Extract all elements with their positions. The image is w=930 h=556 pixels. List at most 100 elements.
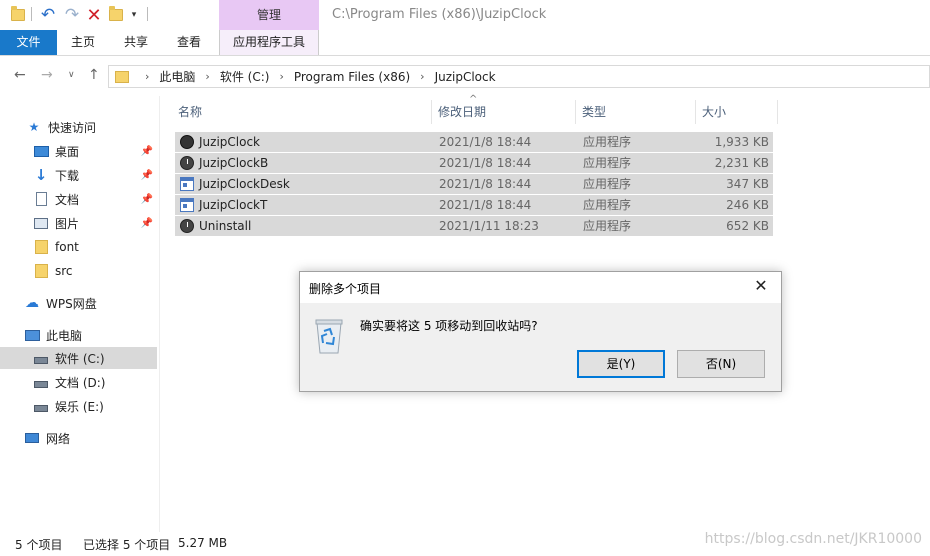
pin-icon[interactable]: 📌 <box>141 194 153 205</box>
sidebar-item-documents[interactable]: 文档 📌 <box>0 188 157 210</box>
dialog-title: 删除多个项目 <box>309 282 382 296</box>
recent-locations-chevron-icon[interactable]: ∨ <box>68 70 75 80</box>
pin-icon[interactable]: 📌 <box>141 170 153 181</box>
computer-icon <box>24 328 40 342</box>
close-icon[interactable]: ✕ <box>749 276 773 295</box>
file-date: 2021/1/8 18:44 <box>439 135 532 149</box>
network-icon <box>24 431 40 445</box>
file-row[interactable]: Uninstall 2021/1/11 18:23 应用程序 652 KB <box>175 216 773 236</box>
sidebar-item-label: 桌面 <box>55 144 80 159</box>
undo-icon[interactable]: ↶ <box>38 5 58 25</box>
tab-file[interactable]: 文件 <box>0 30 57 55</box>
sidebar-item-label: 下载 <box>55 168 80 183</box>
up-arrow-icon[interactable]: ↑ <box>88 67 100 83</box>
breadcrumb-drive-c[interactable]: 软件 (C:) <box>220 68 270 85</box>
column-header-size[interactable]: 大小 <box>696 100 778 124</box>
chevron-right-icon: › <box>145 70 150 83</box>
back-arrow-icon[interactable]: ← <box>14 67 26 83</box>
file-name: JuzipClockT <box>199 198 268 212</box>
yes-button[interactable]: 是(Y) <box>577 350 665 378</box>
sidebar-item-label: src <box>55 264 73 278</box>
sidebar-item-desktop[interactable]: 桌面 📌 <box>0 140 157 162</box>
delete-confirm-dialog: 删除多个项目 ✕ 确实要将这 5 项移动到回收站吗? 是(Y) 否(N) <box>299 271 782 392</box>
sidebar-item-font[interactable]: font <box>0 236 157 258</box>
sidebar-item-drive-e[interactable]: 娱乐 (E:) <box>0 395 157 417</box>
sidebar-item-label: 快速访问 <box>48 120 97 135</box>
column-header-date[interactable]: 修改日期 <box>432 100 576 124</box>
column-header-name[interactable]: 名称 <box>172 100 432 124</box>
file-size: 652 KB <box>726 219 769 233</box>
sidebar-item-label: 此电脑 <box>46 328 83 343</box>
file-row[interactable]: JuzipClock 2021/1/8 18:44 应用程序 1,933 KB <box>175 132 773 152</box>
chevron-right-icon: › <box>205 70 210 83</box>
tab-app-tools[interactable]: 应用程序工具 <box>219 30 319 55</box>
file-type: 应用程序 <box>583 156 632 170</box>
manage-tab[interactable]: 管理 <box>219 0 319 30</box>
file-type: 应用程序 <box>583 219 632 233</box>
file-row[interactable]: JuzipClockDesk 2021/1/8 18:44 应用程序 347 K… <box>175 174 773 194</box>
tab-view[interactable]: 查看 <box>171 30 207 55</box>
tab-share[interactable]: 共享 <box>118 30 154 55</box>
folder-icon <box>115 70 129 83</box>
app-dark-icon <box>180 135 194 149</box>
sidebar-item-wps-cloud[interactable]: ☁ WPS网盘 <box>0 292 157 314</box>
column-header-type[interactable]: 类型 <box>576 100 696 124</box>
folder-icon[interactable] <box>10 5 26 25</box>
file-row[interactable]: JuzipClockT 2021/1/8 18:44 应用程序 246 KB <box>175 195 773 215</box>
redo-icon[interactable]: ↷ <box>62 5 82 25</box>
download-icon: ↓ <box>34 166 48 184</box>
file-name: JuzipClockB <box>199 156 269 170</box>
file-type: 应用程序 <box>583 135 632 149</box>
window-title: C:\Program Files (x86)\JuzipClock <box>332 7 547 22</box>
ribbon-tabs: 文件 主页 共享 查看 应用程序工具 <box>0 30 930 56</box>
star-icon: ★ <box>28 120 40 134</box>
file-date: 2021/1/8 18:44 <box>439 198 532 212</box>
tab-home[interactable]: 主页 <box>65 30 101 55</box>
folder-icon <box>33 264 49 278</box>
sidebar-item-downloads[interactable]: ↓ 下载 📌 <box>0 164 157 186</box>
sidebar-item-label: 文档 (D:) <box>55 375 106 390</box>
drive-icon <box>33 351 49 365</box>
breadcrumb-this-pc[interactable]: 此电脑 <box>159 68 195 85</box>
sidebar-item-label: 图片 <box>55 216 80 231</box>
dialog-message: 确实要将这 5 项移动到回收站吗? <box>360 319 538 333</box>
file-name: JuzipClock <box>199 135 260 149</box>
dialog-body: 确实要将这 5 项移动到回收站吗? 是(Y) 否(N) <box>300 303 781 391</box>
sidebar-item-label: WPS网盘 <box>46 296 97 311</box>
navigation-pane: ★ 快速访问 桌面 📌 ↓ 下载 📌 文档 📌 图片 📌 font src ☁ … <box>0 96 160 532</box>
sidebar-item-this-pc[interactable]: 此电脑 <box>0 324 157 346</box>
sidebar-item-network[interactable]: 网络 <box>0 427 157 449</box>
title-bar: ↶ ↷ ✕ ▾ 管理 C:\Program Files (x86)\JuzipC… <box>0 0 930 30</box>
customize-toolbar-icon[interactable]: ▾ <box>128 5 140 25</box>
window-app-icon <box>180 177 194 191</box>
document-icon <box>33 192 49 206</box>
file-size: 246 KB <box>726 198 769 212</box>
sidebar-item-label: font <box>55 240 79 254</box>
sidebar-item-drive-d[interactable]: 文档 (D:) <box>0 371 157 393</box>
breadcrumb-program-files[interactable]: Program Files (x86) <box>294 70 410 84</box>
sidebar-item-quick-access[interactable]: ★ 快速访问 <box>0 116 157 138</box>
file-date: 2021/1/8 18:44 <box>439 177 532 191</box>
divider <box>31 7 32 21</box>
forward-arrow-icon[interactable]: → <box>41 67 53 83</box>
sidebar-item-src[interactable]: src <box>0 260 157 282</box>
address-bar[interactable]: › 此电脑 › 软件 (C:) › Program Files (x86) › … <box>108 65 930 88</box>
breadcrumb-juzipclock[interactable]: JuzipClock <box>435 70 496 84</box>
file-row[interactable]: JuzipClockB 2021/1/8 18:44 应用程序 2,231 KB <box>175 153 773 173</box>
file-list-header: ^ 名称 修改日期 类型 大小 <box>172 94 778 124</box>
no-button[interactable]: 否(N) <box>677 350 765 378</box>
selected-size: 5.27 MB <box>178 536 228 550</box>
watermark: https://blog.csdn.net/JKR10000 <box>704 531 922 547</box>
new-folder-icon[interactable] <box>108 5 124 25</box>
pin-icon[interactable]: 📌 <box>141 146 153 157</box>
picture-icon <box>33 216 49 230</box>
delete-icon[interactable]: ✕ <box>85 5 103 26</box>
file-date: 2021/1/8 18:44 <box>439 156 532 170</box>
selected-count: 已选择 5 个项目 <box>83 538 171 552</box>
file-date: 2021/1/11 18:23 <box>439 219 539 233</box>
sidebar-item-pictures[interactable]: 图片 📌 <box>0 212 157 234</box>
pin-icon[interactable]: 📌 <box>141 218 153 229</box>
sidebar-item-drive-c[interactable]: 软件 (C:) <box>0 347 157 369</box>
chevron-right-icon: › <box>420 70 425 83</box>
navigation-bar: ← → ∨ ↑ › 此电脑 › 软件 (C:) › Program Files … <box>0 56 930 96</box>
